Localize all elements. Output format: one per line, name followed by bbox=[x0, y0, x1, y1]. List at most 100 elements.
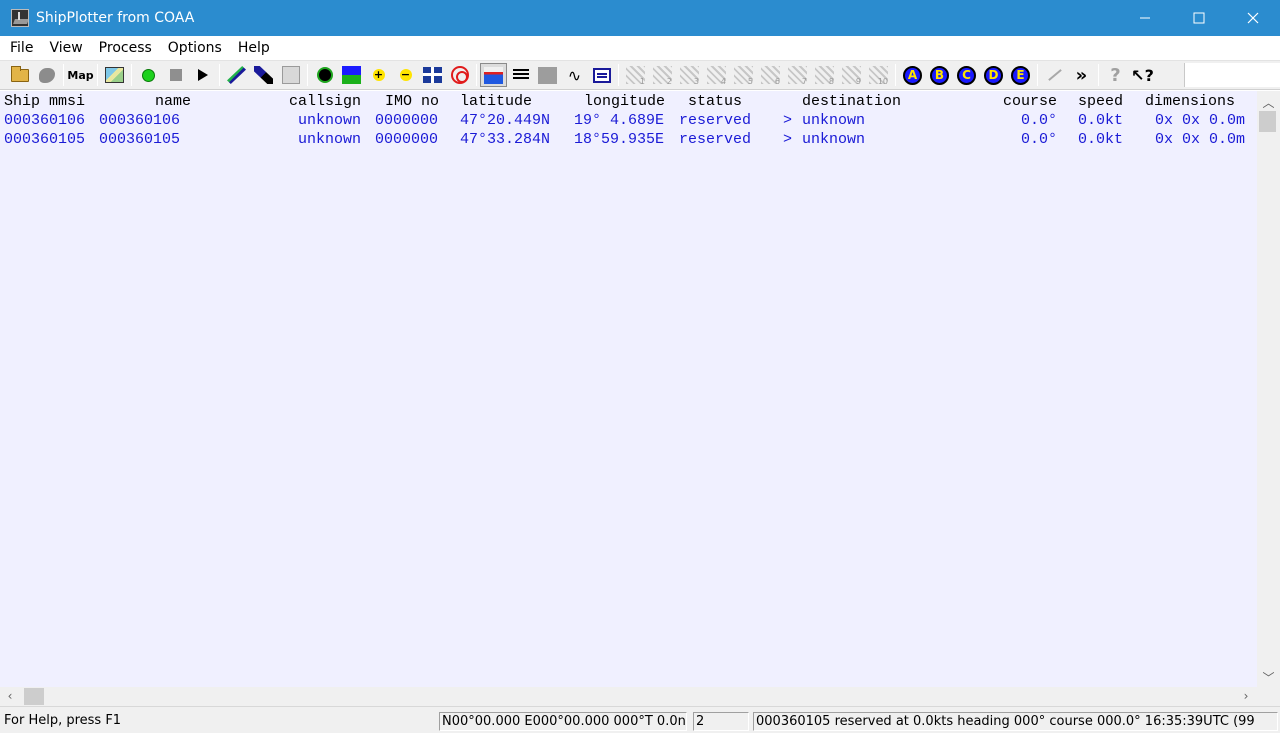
col-longitude[interactable]: longitude bbox=[584, 92, 665, 111]
window-controls bbox=[1118, 0, 1280, 36]
letter-a-icon: A bbox=[903, 65, 922, 85]
zoom-in-button[interactable]: + bbox=[365, 63, 392, 87]
col-latitude[interactable]: latitude bbox=[460, 92, 532, 111]
vertical-scrollbar[interactable]: ︿ ﹀ bbox=[1257, 91, 1280, 687]
time-button[interactable] bbox=[311, 63, 338, 87]
scroll-left-icon[interactable]: ‹ bbox=[2, 689, 18, 703]
scroll-down-icon[interactable]: ﹀ bbox=[1257, 669, 1280, 686]
menu-file[interactable]: File bbox=[2, 36, 41, 60]
title-bar: ShipPlotter from COAA bbox=[0, 0, 1280, 36]
filter-b-button[interactable]: B bbox=[926, 63, 953, 87]
scroll-right-icon[interactable]: › bbox=[1238, 689, 1254, 703]
preset-4-button[interactable]: 4 bbox=[703, 63, 730, 87]
col-destination[interactable]: destination bbox=[802, 92, 901, 111]
status-count: 2 bbox=[693, 712, 749, 731]
letter-e-icon: E bbox=[1011, 65, 1030, 85]
sea-view-button[interactable] bbox=[480, 63, 507, 87]
list-view-button[interactable] bbox=[507, 63, 534, 87]
more-button[interactable]: » bbox=[1068, 63, 1095, 87]
filter-a-button[interactable]: A bbox=[899, 63, 926, 87]
preset-7-button[interactable]: 7 bbox=[784, 63, 811, 87]
filter-e-button[interactable]: E bbox=[1007, 63, 1034, 87]
list-lines-icon bbox=[512, 69, 529, 81]
cell-mmsi: 000360106 bbox=[4, 112, 86, 129]
preset-10-button[interactable]: 10 bbox=[865, 63, 892, 87]
tools-disabled-button[interactable] bbox=[277, 63, 304, 87]
layers-button[interactable] bbox=[338, 63, 365, 87]
cell-callsign: unknown bbox=[298, 131, 362, 148]
layers-chart-icon bbox=[342, 66, 361, 84]
open-button[interactable] bbox=[6, 63, 33, 87]
col-speed[interactable]: speed bbox=[1078, 92, 1123, 111]
zoom-out-button[interactable]: − bbox=[392, 63, 419, 87]
scroll-up-icon[interactable]: ︿ bbox=[1257, 94, 1280, 111]
col-ship-mmsi[interactable]: Ship mmsi bbox=[4, 92, 85, 111]
horizontal-scroll-thumb[interactable] bbox=[24, 688, 44, 705]
outline-button[interactable] bbox=[33, 63, 60, 87]
preset-icon: 10 bbox=[869, 66, 888, 86]
horizontal-scrollbar[interactable]: ‹ › bbox=[0, 687, 1257, 706]
close-button[interactable] bbox=[1226, 0, 1280, 36]
menu-view[interactable]: View bbox=[41, 36, 90, 60]
grey-panel-button[interactable] bbox=[534, 63, 561, 87]
draw-button[interactable] bbox=[1041, 63, 1068, 87]
chart-map-icon bbox=[105, 67, 124, 83]
col-dimensions[interactable]: dimensions bbox=[1145, 92, 1235, 111]
stop-button[interactable] bbox=[162, 63, 189, 87]
minimize-button[interactable] bbox=[1118, 0, 1172, 36]
menu-process[interactable]: Process bbox=[91, 36, 160, 60]
pen-disabled-icon bbox=[1047, 69, 1062, 81]
close-icon bbox=[1247, 12, 1259, 24]
toolbar: Map + − ∿ 1 2 3 4 5 6 7 8 9 10 A B C D E… bbox=[0, 60, 1280, 90]
help-button[interactable]: ? bbox=[1102, 63, 1129, 87]
status-position: N00°00.000 E000°00.000 000°T 0.0nm bbox=[439, 712, 687, 731]
preset-8-button[interactable]: 8 bbox=[811, 63, 838, 87]
signal-button[interactable]: ∿ bbox=[561, 63, 588, 87]
cell-course: 0.0° bbox=[1021, 112, 1058, 129]
ship-list[interactable]: Ship mmsi name callsign IMO no latitude … bbox=[0, 91, 1257, 687]
signal-wave-icon: ∿ bbox=[567, 65, 582, 85]
play-button[interactable] bbox=[189, 63, 216, 87]
play-triangle-icon bbox=[197, 69, 208, 81]
pointer-question-icon: ↖? bbox=[1131, 65, 1154, 85]
preset-5-button[interactable]: 5 bbox=[730, 63, 757, 87]
vertical-scroll-thumb[interactable] bbox=[1259, 111, 1276, 132]
col-status[interactable]: status bbox=[688, 92, 742, 111]
cell-longitude: 18°59.935E bbox=[574, 131, 665, 148]
zoom-out-icon: − bbox=[399, 68, 412, 81]
info-tools-button[interactable] bbox=[250, 63, 277, 87]
preset-3-button[interactable]: 3 bbox=[676, 63, 703, 87]
preset-6-button[interactable]: 6 bbox=[757, 63, 784, 87]
maximize-button[interactable] bbox=[1172, 0, 1226, 36]
filter-c-button[interactable]: C bbox=[953, 63, 980, 87]
map-text-icon: Map bbox=[67, 68, 94, 82]
table-row[interactable]: 000360105 000360105 unknown 0000000 47°3… bbox=[0, 130, 1257, 149]
context-help-button[interactable]: ↖? bbox=[1129, 63, 1156, 87]
preset-2-button[interactable]: 2 bbox=[649, 63, 676, 87]
col-imo[interactable]: IMO no bbox=[385, 92, 439, 111]
cell-destination: unknown bbox=[802, 112, 866, 129]
menu-help[interactable]: Help bbox=[230, 36, 278, 60]
filter-d-button[interactable]: D bbox=[980, 63, 1007, 87]
flag-button[interactable] bbox=[419, 63, 446, 87]
cell-dest-marker: > bbox=[783, 112, 793, 129]
col-course[interactable]: course bbox=[1003, 92, 1057, 111]
col-name[interactable]: name bbox=[155, 92, 191, 111]
target-button[interactable] bbox=[446, 63, 473, 87]
settings-button[interactable] bbox=[223, 63, 250, 87]
cell-name: 000360106 bbox=[99, 112, 181, 129]
toolbar-blank-area bbox=[1184, 63, 1280, 87]
menu-options[interactable]: Options bbox=[160, 36, 230, 60]
sea-view-icon bbox=[484, 66, 503, 84]
col-callsign[interactable]: callsign bbox=[289, 92, 361, 111]
map-button[interactable]: Map bbox=[67, 63, 94, 87]
window-button[interactable] bbox=[588, 63, 615, 87]
preset-icon: 7 bbox=[788, 66, 807, 86]
chart-view-button[interactable] bbox=[101, 63, 128, 87]
start-button[interactable] bbox=[135, 63, 162, 87]
toolbar-separator bbox=[895, 64, 896, 86]
letter-c-icon: C bbox=[957, 65, 976, 85]
preset-1-button[interactable]: 1 bbox=[622, 63, 649, 87]
table-row[interactable]: 000360106 000360106 unknown 0000000 47°2… bbox=[0, 111, 1257, 130]
preset-9-button[interactable]: 9 bbox=[838, 63, 865, 87]
